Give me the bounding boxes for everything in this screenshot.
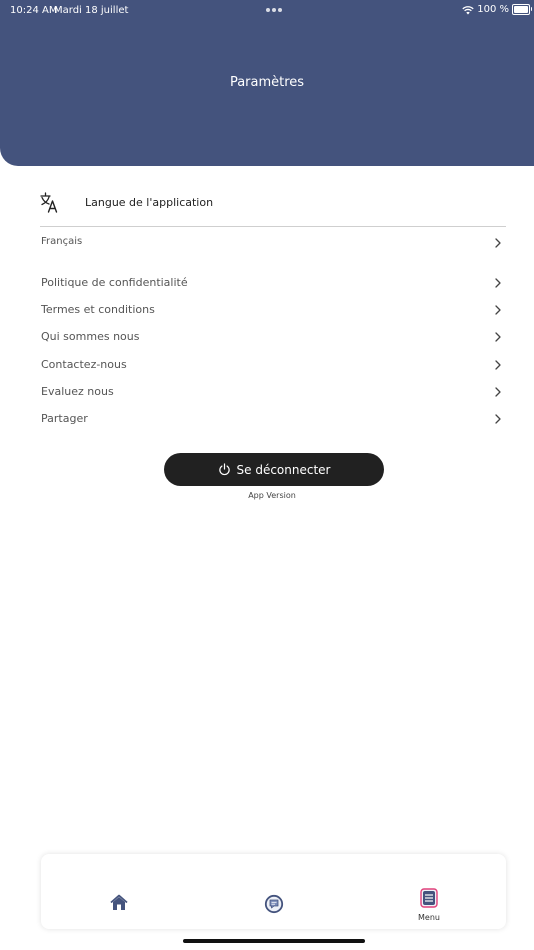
chevron-right-icon bbox=[495, 305, 501, 315]
language-label: Langue de l'application bbox=[85, 196, 214, 209]
header: 10:24 AM Mardi 18 juillet 100 % Paramètr… bbox=[0, 0, 534, 166]
tab-bar: Menu bbox=[41, 854, 506, 929]
tab-menu[interactable]: Menu bbox=[389, 854, 469, 929]
menu-item-rate-us[interactable]: Evaluez nous bbox=[40, 382, 506, 402]
multitasking-dots-icon[interactable] bbox=[266, 8, 282, 12]
menu-item-label: Politique de confidentialité bbox=[41, 276, 188, 289]
home-indicator[interactable] bbox=[183, 939, 365, 943]
chevron-right-icon bbox=[495, 414, 501, 424]
status-time: 10:24 AM bbox=[10, 5, 58, 16]
chevron-right-icon bbox=[495, 360, 501, 370]
menu-item-label: Qui sommes nous bbox=[41, 330, 140, 343]
battery-percent: 100 % bbox=[477, 4, 509, 15]
status-bar: 10:24 AM Mardi 18 juillet 100 % bbox=[0, 0, 534, 20]
tab-home[interactable] bbox=[79, 854, 159, 929]
menu-item-label: Contactez-nous bbox=[41, 358, 127, 371]
menu-item-about-us[interactable]: Qui sommes nous bbox=[40, 327, 506, 347]
menu-item-label: Termes et conditions bbox=[41, 303, 155, 316]
menu-item-privacy-policy[interactable]: Politique de confidentialité bbox=[40, 273, 506, 293]
menu-item-label: Evaluez nous bbox=[41, 385, 114, 398]
status-date: Mardi 18 juillet bbox=[54, 5, 129, 16]
chevron-right-icon bbox=[495, 387, 501, 397]
chevron-right-icon bbox=[495, 238, 501, 248]
chat-icon bbox=[264, 894, 284, 914]
chevron-right-icon bbox=[495, 278, 501, 288]
battery-icon bbox=[512, 4, 532, 15]
chevron-right-icon bbox=[495, 332, 501, 342]
app-version: App Version bbox=[248, 491, 296, 500]
tab-menu-label: Menu bbox=[418, 913, 440, 922]
translate-icon bbox=[40, 192, 58, 213]
menu-item-contact-us[interactable]: Contactez-nous bbox=[40, 355, 506, 375]
language-section: Langue de l'application bbox=[40, 188, 506, 227]
wifi-icon bbox=[462, 5, 474, 14]
menu-list-icon bbox=[420, 888, 438, 908]
home-icon bbox=[110, 894, 128, 910]
page-title: Paramètres bbox=[229, 75, 305, 90]
menu-item-share[interactable]: Partager bbox=[40, 409, 506, 429]
current-language: Français bbox=[41, 236, 83, 247]
status-indicators: 100 % bbox=[462, 4, 532, 15]
language-select-row[interactable]: Français bbox=[40, 233, 506, 253]
menu-item-terms[interactable]: Termes et conditions bbox=[40, 300, 506, 320]
logout-button[interactable]: Se déconnecter bbox=[164, 453, 384, 486]
menu-item-label: Partager bbox=[41, 412, 88, 425]
power-icon bbox=[218, 463, 230, 476]
tab-chat[interactable] bbox=[234, 854, 314, 929]
logout-label: Se déconnecter bbox=[236, 462, 331, 477]
